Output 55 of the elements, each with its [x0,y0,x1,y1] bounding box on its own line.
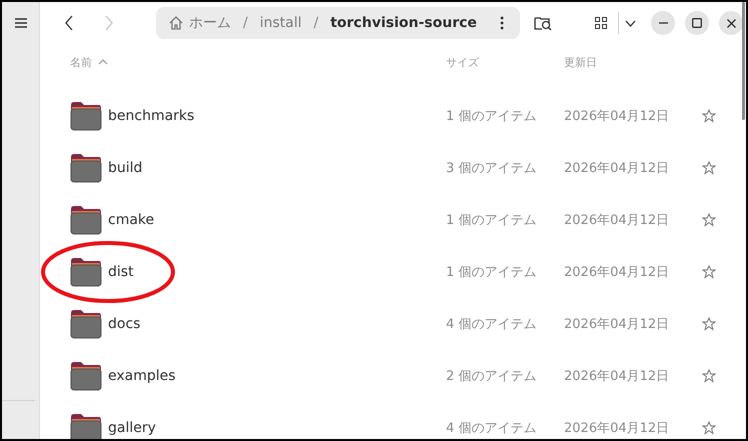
folder-name[interactable]: dist [108,264,134,280]
close-icon [726,18,736,28]
star-icon [702,369,716,383]
star-icon [702,109,716,123]
minimize-icon [658,22,668,24]
folder-icon [70,361,102,391]
close-button[interactable] [719,11,743,35]
item-count: 1 個のアイテム [446,212,538,229]
star-icon [702,161,716,175]
folder-name[interactable]: cmake [108,212,154,228]
modified-date: 2026年04月12日 [564,420,670,437]
folder-name[interactable]: gallery [108,420,156,436]
star-icon [702,213,716,227]
kebab-icon [500,16,504,30]
item-count: 3 個のアイテム [446,160,538,177]
grid-icon [595,17,607,29]
modified-date: 2026年04月12日 [564,108,670,125]
search-icon [534,15,552,31]
modified-date: 2026年04月12日 [564,264,670,281]
caret-icon [624,20,636,26]
folder-name[interactable]: examples [108,368,176,384]
modified-date: 2026年04月12日 [564,316,670,333]
scrollbar[interactable] [742,2,745,120]
folder-name[interactable]: docs [108,316,140,332]
star-icon [702,317,716,331]
folder-icon [70,309,102,339]
maximize-icon [692,18,702,28]
modified-date: 2026年04月12日 [564,212,670,229]
path-segment[interactable]: torchvision-source [328,15,479,31]
maximize-button[interactable] [685,11,709,35]
folder-icon [70,413,102,439]
home-icon [168,15,184,31]
folder-icon [70,153,102,183]
menu-icon [14,18,26,28]
folder-icon [70,101,102,131]
item-count: 1 個のアイテム [446,264,538,281]
forward-icon [105,15,113,31]
item-count: 2 個のアイテム [446,368,538,385]
item-count: 4 個のアイテム [446,316,538,333]
item-count: 1 個のアイテム [446,108,538,125]
path-segment[interactable]: ホーム [166,14,233,32]
star-icon [702,421,716,435]
path-separator: / [312,15,320,31]
sort-ascending-icon [98,59,108,65]
folder-name[interactable]: benchmarks [108,108,194,124]
folder-icon [70,257,102,287]
folder-icon [70,205,102,235]
folder-name[interactable]: build [108,160,142,176]
modified-date: 2026年04月12日 [564,368,670,385]
star-icon [702,265,716,279]
path-segment[interactable]: install [258,15,304,31]
item-count: 4 個のアイテム [446,420,538,437]
path-separator: / [242,15,249,31]
modified-date: 2026年04月12日 [564,160,670,177]
back-icon [65,15,73,31]
